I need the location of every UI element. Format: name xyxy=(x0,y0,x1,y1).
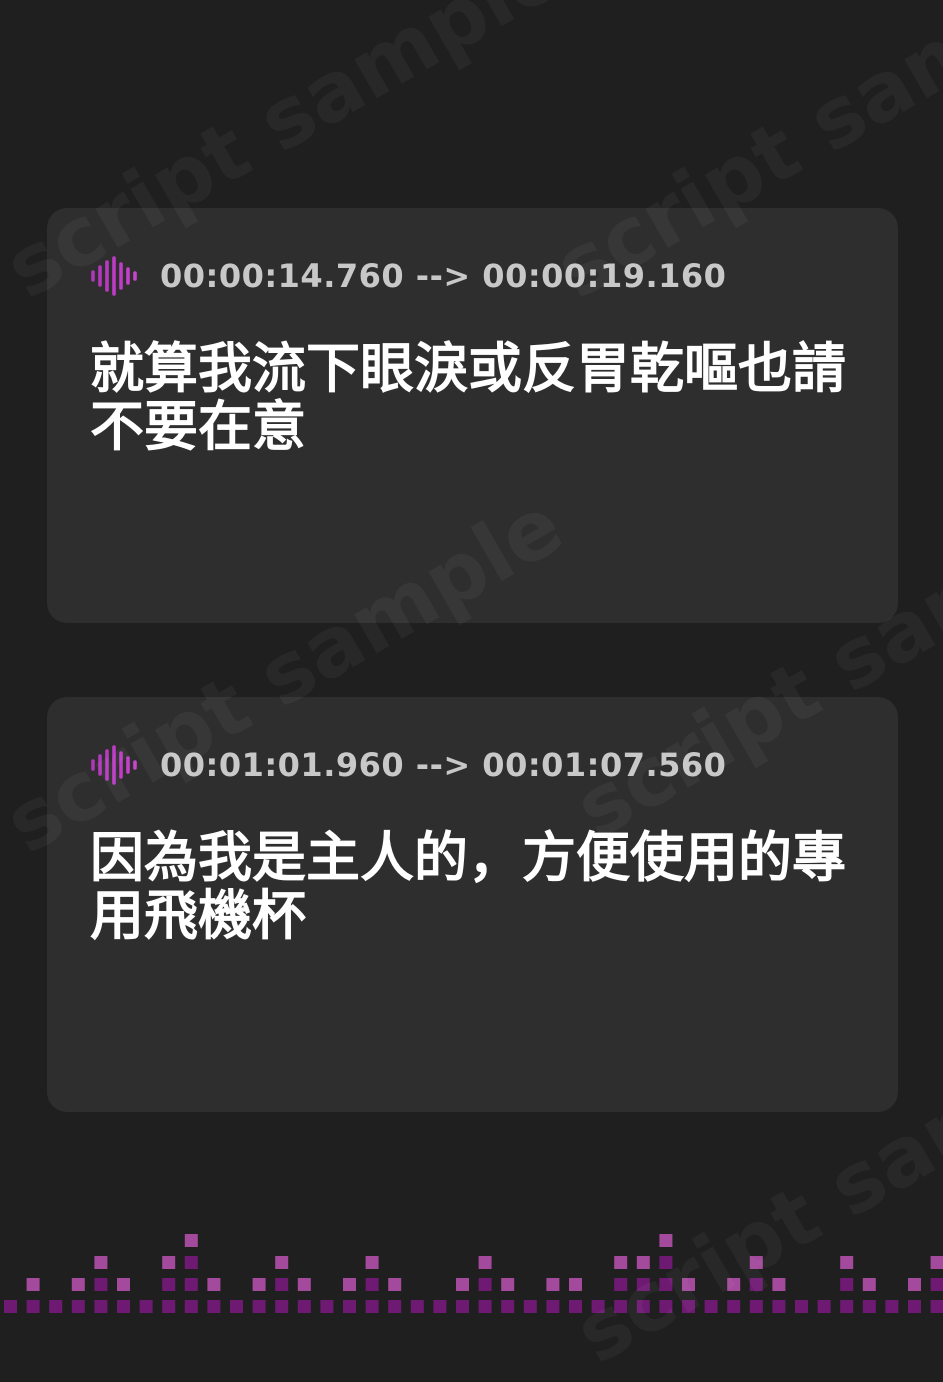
equalizer-block xyxy=(636,1300,650,1313)
equalizer-block xyxy=(659,1278,673,1291)
equalizer-block xyxy=(94,1278,108,1291)
equalizer-block xyxy=(297,1278,311,1291)
equalizer-block xyxy=(275,1278,289,1291)
equalizer-block xyxy=(840,1256,854,1269)
equalizer-block xyxy=(862,1278,876,1291)
equalizer-block xyxy=(501,1300,515,1313)
equalizer-block xyxy=(94,1300,108,1313)
subtitle-text: 就算我流下眼淚或反胃乾嘔也請不要在意 xyxy=(90,337,846,458)
equalizer-block xyxy=(569,1300,582,1313)
timestamp-row: 00:01:01.960 --> 00:01:07.560 xyxy=(90,745,726,785)
equalizer-block xyxy=(930,1278,943,1291)
equalizer-block xyxy=(704,1300,718,1313)
equalizer-decoration xyxy=(4,1234,943,1313)
equalizer-block xyxy=(682,1278,695,1291)
equalizer-block xyxy=(749,1300,763,1313)
equalizer-block xyxy=(365,1300,379,1313)
equalizer-block xyxy=(636,1256,650,1269)
waveform-icon xyxy=(91,256,137,296)
subtitle-card: 00:00:14.760 --> 00:00:19.160 就算我流下眼淚或反胃… xyxy=(47,208,898,623)
equalizer-block xyxy=(546,1300,560,1313)
equalizer-block xyxy=(207,1278,221,1291)
equalizer-block xyxy=(343,1278,356,1291)
equalizer-block xyxy=(840,1300,854,1313)
timestamp: 00:00:14.760 --> 00:00:19.160 xyxy=(160,257,727,295)
equalizer-block xyxy=(817,1300,831,1313)
equalizer-block xyxy=(749,1256,763,1269)
equalizer-block xyxy=(252,1278,266,1291)
equalizer-block xyxy=(184,1300,198,1313)
equalizer-block xyxy=(49,1300,63,1313)
equalizer-block xyxy=(275,1300,289,1313)
equalizer-block xyxy=(297,1300,311,1313)
waveform-icon xyxy=(91,745,137,785)
equalizer-block xyxy=(591,1300,605,1313)
equalizer-block xyxy=(184,1278,198,1291)
equalizer-block xyxy=(320,1300,334,1313)
equalizer-block xyxy=(71,1300,85,1313)
equalizer-block xyxy=(795,1300,808,1313)
watermark-layer: script sample script sample script sampl… xyxy=(0,0,943,1382)
equalizer-block xyxy=(478,1300,492,1313)
equalizer-block xyxy=(365,1278,379,1291)
equalizer-block xyxy=(433,1300,447,1313)
equalizer-block xyxy=(162,1256,176,1269)
equalizer-block xyxy=(636,1278,650,1291)
equalizer-block xyxy=(26,1300,40,1313)
subtitle-card: 00:01:01.960 --> 00:01:07.560 因為我是主人的，方便… xyxy=(47,697,898,1112)
timestamp: 00:01:01.960 --> 00:01:07.560 xyxy=(160,746,727,784)
equalizer-block xyxy=(930,1256,943,1269)
equalizer-block xyxy=(456,1300,469,1313)
timestamp-row: 00:00:14.760 --> 00:00:19.160 xyxy=(90,256,726,296)
equalizer-block xyxy=(230,1300,243,1313)
equalizer-block xyxy=(162,1300,176,1313)
equalizer-block xyxy=(456,1278,469,1291)
equalizer-block xyxy=(727,1278,741,1291)
equalizer-block xyxy=(840,1278,854,1291)
equalizer-block xyxy=(772,1300,786,1313)
equalizer-block xyxy=(523,1300,537,1313)
equalizer-block xyxy=(885,1300,899,1313)
subtitle-text: 因為我是主人的，方便使用的專用飛機杯 xyxy=(90,826,846,947)
equalizer-block xyxy=(478,1278,492,1291)
equalizer-block xyxy=(71,1278,85,1291)
equalizer-block xyxy=(546,1278,560,1291)
equalizer-block xyxy=(501,1278,515,1291)
equalizer-block xyxy=(659,1256,673,1269)
equalizer-block xyxy=(162,1278,176,1291)
equalizer-block xyxy=(26,1278,40,1291)
equalizer-block xyxy=(410,1300,424,1313)
equalizer-block xyxy=(614,1256,628,1269)
equalizer-block xyxy=(772,1278,786,1291)
equalizer-block xyxy=(343,1300,356,1313)
equalizer-block xyxy=(388,1278,402,1291)
equalizer-block xyxy=(862,1300,876,1313)
equalizer-block xyxy=(659,1234,673,1247)
equalizer-block xyxy=(908,1278,921,1291)
equalizer-block xyxy=(659,1300,673,1313)
equalizer-block xyxy=(614,1278,628,1291)
equalizer-block xyxy=(275,1256,289,1269)
equalizer-block xyxy=(139,1300,153,1313)
equalizer-block xyxy=(117,1278,130,1291)
equalizer-block xyxy=(117,1300,130,1313)
equalizer-block xyxy=(478,1256,492,1269)
equalizer-block xyxy=(388,1300,402,1313)
equalizer-block xyxy=(184,1256,198,1269)
equalizer-block xyxy=(727,1300,741,1313)
equalizer-block xyxy=(365,1256,379,1269)
equalizer-block xyxy=(749,1278,763,1291)
equalizer-block xyxy=(207,1300,221,1313)
equalizer-block xyxy=(252,1300,266,1313)
equalizer-block xyxy=(184,1234,198,1247)
equalizer-block xyxy=(930,1300,943,1313)
equalizer-block xyxy=(4,1300,17,1313)
equalizer-block xyxy=(569,1278,582,1291)
equalizer-block xyxy=(682,1300,695,1313)
equalizer-block xyxy=(614,1300,628,1313)
equalizer-block xyxy=(94,1256,108,1269)
equalizer-block xyxy=(908,1300,921,1313)
